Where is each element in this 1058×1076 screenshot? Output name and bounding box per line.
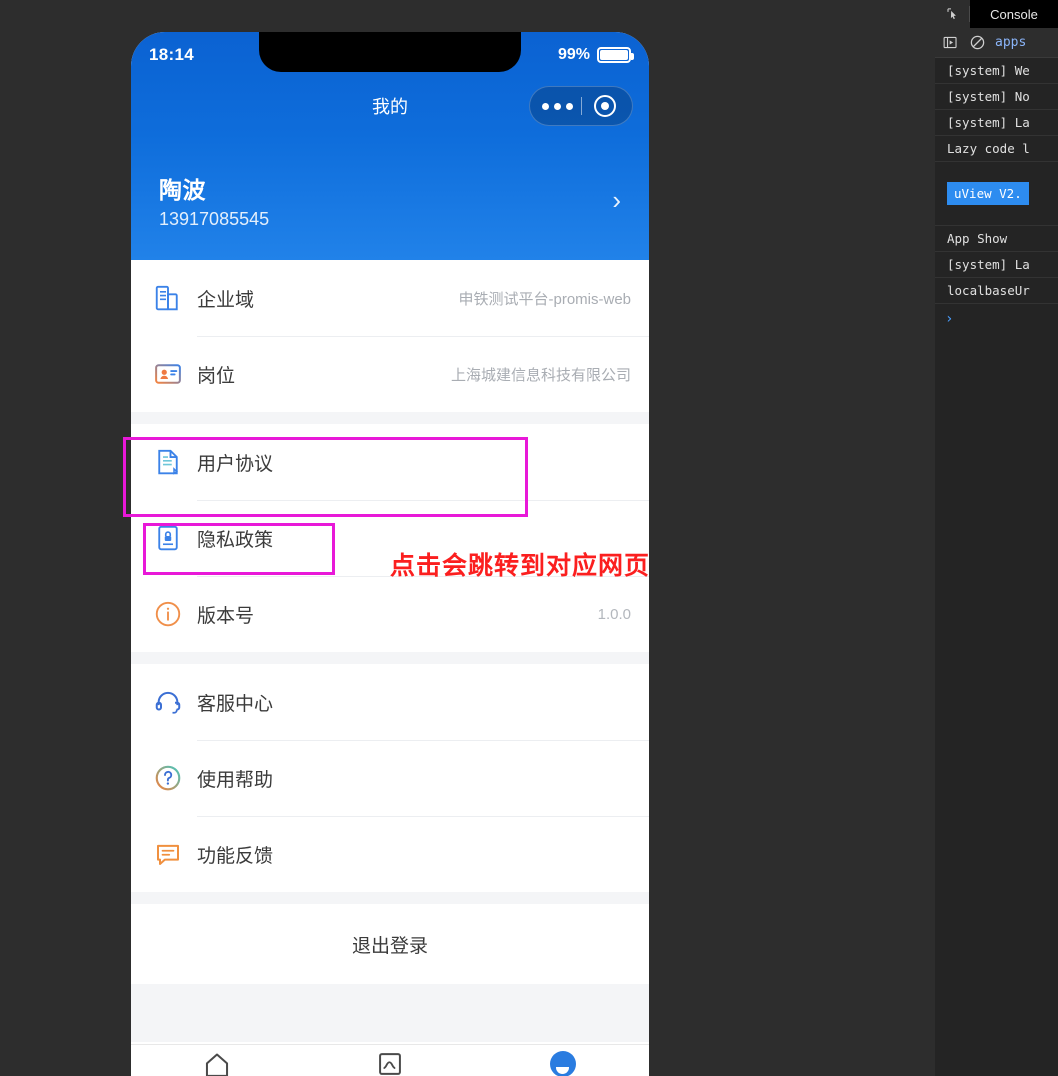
profile-phone: 13917085545 (159, 208, 270, 229)
console-badge-row: uView V2. (935, 162, 1058, 226)
row-label: 版本号 (197, 605, 255, 627)
console-log-row: [system] We (935, 58, 1058, 84)
status-bar: 18:14 99% (131, 32, 649, 78)
row-position[interactable]: 岗位 上海城建信息科技有限公司 (131, 336, 649, 412)
tab-console[interactable]: Console (970, 0, 1058, 28)
row-enterprise-domain[interactable]: 企业域 申铁测试平台-promis-web (131, 260, 649, 336)
devtools-tabbar: Console (935, 0, 1058, 28)
profile-name: 陶波 (159, 176, 206, 203)
tab-stats[interactable] (304, 1051, 477, 1076)
tab-console-label: Console (990, 6, 1038, 22)
row-label: 岗位 (197, 365, 236, 387)
console-log-row: [system] La (935, 252, 1058, 278)
list-group-legal: 用户协议 隐私政策 版本号 1.0.0 (131, 424, 649, 652)
row-label: 功能反馈 (197, 845, 274, 867)
screen-root: 18:14 99% 我的 陶波 13917085545 › 企业域 申铁测试平台… (0, 0, 1058, 1076)
step-into-icon[interactable] (941, 33, 960, 52)
privacy-lock-icon (153, 523, 197, 553)
console-log-list: [system] We [system] No [system] La Lazy… (935, 58, 1058, 334)
status-time: 18:14 (149, 45, 194, 64)
page-header: 18:14 99% 我的 陶波 13917085545 › (131, 32, 649, 260)
console-log-row: localbaseUr (935, 278, 1058, 304)
status-right: 99% (557, 46, 634, 64)
row-label: 用户协议 (197, 453, 274, 475)
profile-avatar-icon (549, 1051, 576, 1076)
tab-bar (131, 1044, 649, 1076)
battery-icon (597, 47, 634, 63)
document-icon (153, 447, 197, 477)
clear-console-icon[interactable] (968, 33, 987, 52)
row-label: 客服中心 (197, 693, 274, 715)
row-value: 申铁测试平台-promis-web (458, 290, 631, 308)
console-log-row: Lazy code l (935, 136, 1058, 162)
tab-home[interactable] (131, 1051, 304, 1076)
console-log-row: App Show (935, 226, 1058, 252)
row-user-agreement[interactable]: 用户协议 (131, 424, 649, 500)
row-value: 1.0.0 (597, 605, 631, 623)
tab-profile[interactable] (476, 1051, 649, 1076)
row-customer-service[interactable]: 客服中心 (131, 664, 649, 740)
row-help[interactable]: 使用帮助 (131, 740, 649, 816)
console-input-prompt[interactable]: › (935, 304, 1058, 334)
page-title: 我的 (372, 97, 408, 117)
cursor-inspect-icon[interactable] (935, 0, 969, 28)
target-circle-icon[interactable] (582, 95, 628, 117)
chevron-right-icon[interactable]: › (612, 187, 621, 213)
row-label: 使用帮助 (197, 769, 274, 791)
navbar: 我的 (131, 78, 649, 134)
row-label: 企业域 (197, 289, 255, 311)
id-card-icon (153, 359, 197, 389)
list-group-support: 客服中心 使用帮助 功能反馈 (131, 664, 649, 892)
devtools-panel: Console apps [system] We [system] No [sy… (935, 0, 1058, 1076)
chart-box-icon (379, 1053, 401, 1075)
list-group-org: 企业域 申铁测试平台-promis-web 岗位 上海城建信息科技有限公司 (131, 260, 649, 412)
console-filter-text[interactable]: apps (995, 35, 1026, 50)
group-separator (131, 892, 649, 904)
bottom-padding (131, 984, 649, 1042)
console-toolbar: apps (935, 28, 1058, 58)
group-separator (131, 412, 649, 424)
console-log-row: [system] No (935, 84, 1058, 110)
profile-text: 陶波 13917085545 (159, 171, 612, 230)
profile-card[interactable]: 陶波 13917085545 › (131, 160, 649, 240)
question-circle-icon (153, 763, 197, 793)
logout-button[interactable]: 退出登录 (131, 904, 649, 984)
uview-version-badge: uView V2. (947, 182, 1029, 205)
logout-label: 退出登录 (351, 935, 428, 957)
feedback-chat-icon (153, 839, 197, 869)
group-separator (131, 652, 649, 664)
annotation-note: 点击会跳转到对应网页 (390, 552, 651, 580)
more-dots-icon[interactable] (535, 102, 581, 110)
console-log-row: [system] La (935, 110, 1058, 136)
row-feedback[interactable]: 功能反馈 (131, 816, 649, 892)
row-value: 上海城建信息科技有限公司 (450, 366, 631, 384)
home-icon (206, 1053, 229, 1076)
row-version[interactable]: 版本号 1.0.0 (131, 576, 649, 652)
info-circle-icon (153, 599, 197, 629)
battery-percent: 99% (557, 46, 590, 63)
miniprogram-capsule[interactable] (529, 86, 633, 126)
headset-icon (153, 687, 197, 717)
building-icon (153, 283, 197, 313)
